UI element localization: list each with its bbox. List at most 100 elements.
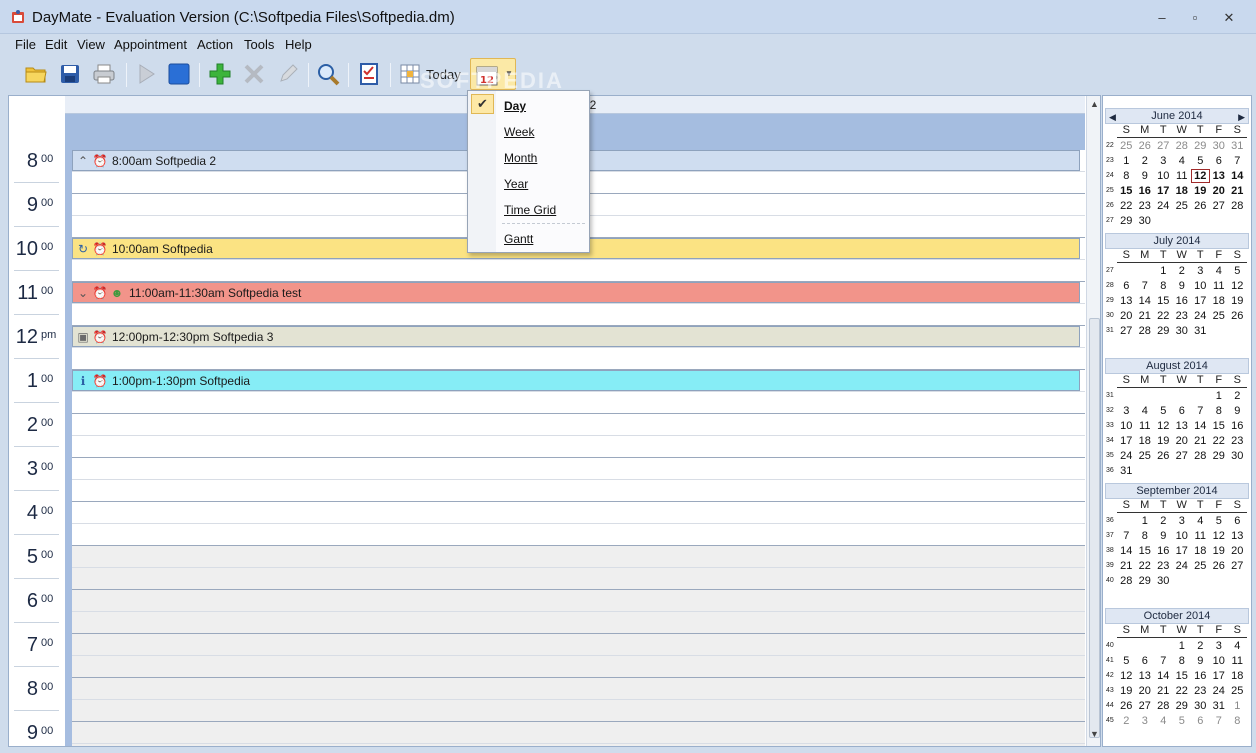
calendar-day[interactable]: 11: [1173, 170, 1192, 182]
view-menu-gantt[interactable]: Gantt: [504, 232, 533, 246]
calendar-day[interactable]: 28: [1117, 575, 1136, 587]
calendar-day[interactable]: 18: [1173, 185, 1192, 197]
time-slot[interactable]: [72, 744, 1085, 746]
calendar-day[interactable]: 28: [1136, 325, 1155, 337]
calendar-day[interactable]: 21: [1154, 685, 1173, 697]
view-menu-month[interactable]: Month: [504, 151, 537, 165]
calendar-day[interactable]: 11: [1228, 655, 1247, 667]
calendar-day[interactable]: 10: [1117, 420, 1136, 432]
calendar-day[interactable]: 4: [1210, 265, 1229, 277]
time-slot[interactable]: [72, 480, 1085, 502]
week-number[interactable]: 31: [1105, 392, 1117, 399]
calendar-day[interactable]: 5: [1210, 515, 1229, 527]
calendar-day[interactable]: 23: [1228, 435, 1247, 447]
calendar-day[interactable]: 16: [1228, 420, 1247, 432]
calendar-day[interactable]: 19: [1154, 435, 1173, 447]
prev-month-icon[interactable]: ◀: [1109, 110, 1116, 124]
time-slot[interactable]: [72, 348, 1085, 370]
calendar-day[interactable]: 21: [1136, 310, 1155, 322]
calendar-day[interactable]: 18: [1191, 545, 1210, 557]
calendar-day[interactable]: 3: [1117, 405, 1136, 417]
calendar-day[interactable]: 27: [1136, 700, 1155, 712]
tasks-checklist-icon[interactable]: [355, 60, 383, 88]
week-number[interactable]: 36: [1105, 467, 1117, 474]
calendar-day[interactable]: 26: [1191, 200, 1210, 212]
calendar-day[interactable]: 26: [1136, 140, 1155, 152]
calendar-day[interactable]: 21: [1117, 560, 1136, 572]
stop-icon[interactable]: [165, 60, 193, 88]
calendar-day[interactable]: 3: [1191, 265, 1210, 277]
calendar-day[interactable]: 9: [1191, 655, 1210, 667]
calendar-day[interactable]: 25: [1117, 140, 1136, 152]
calendar-day[interactable]: 9: [1173, 280, 1192, 292]
calendar-day[interactable]: 20: [1210, 185, 1229, 197]
week-number[interactable]: 33: [1105, 422, 1117, 429]
calendar-day[interactable]: 25: [1191, 560, 1210, 572]
calendar-day[interactable]: 19: [1228, 295, 1247, 307]
calendar-day[interactable]: 1: [1136, 515, 1155, 527]
calendar-day[interactable]: 20: [1117, 310, 1136, 322]
calendar-day[interactable]: 9: [1228, 405, 1247, 417]
minimize-button[interactable]: ‒: [1147, 8, 1177, 28]
time-slot[interactable]: [72, 414, 1085, 436]
restore-button[interactable]: ▫: [1180, 8, 1210, 28]
week-number[interactable]: 23: [1105, 157, 1117, 164]
view-menu-week[interactable]: Week: [504, 125, 534, 139]
save-icon[interactable]: [56, 60, 84, 88]
calendar-day[interactable]: 6: [1117, 280, 1136, 292]
calendar-day[interactable]: 13: [1117, 295, 1136, 307]
calendar-day[interactable]: 6: [1191, 715, 1210, 727]
time-slot[interactable]: [72, 590, 1085, 612]
view-menu-year[interactable]: Year: [504, 177, 528, 191]
view-menu-time-grid[interactable]: Time Grid: [504, 203, 556, 217]
week-number[interactable]: 36: [1105, 517, 1117, 524]
menu-help[interactable]: Help: [285, 37, 312, 52]
calendar-day[interactable]: 15: [1136, 545, 1155, 557]
time-slot[interactable]: [72, 634, 1085, 656]
calendar-day[interactable]: 29: [1173, 700, 1192, 712]
calendar-day[interactable]: 15: [1173, 670, 1192, 682]
calendar-day[interactable]: 8: [1154, 280, 1173, 292]
time-slot[interactable]: [72, 568, 1085, 590]
calendar-day[interactable]: 28: [1154, 700, 1173, 712]
close-button[interactable]: ✕: [1214, 8, 1244, 28]
week-number[interactable]: 27: [1105, 267, 1117, 274]
scroll-thumb[interactable]: [1089, 318, 1100, 738]
calendar-day[interactable]: 30: [1210, 140, 1229, 152]
calendar-day[interactable]: 15: [1117, 185, 1136, 197]
calendar-day[interactable]: 2: [1117, 715, 1136, 727]
calendar-day[interactable]: 18: [1228, 670, 1247, 682]
calendar-day[interactable]: 15: [1210, 420, 1229, 432]
calendar-day[interactable]: 23: [1154, 560, 1173, 572]
calendar-day[interactable]: 23: [1191, 685, 1210, 697]
calendar-day[interactable]: 25: [1173, 200, 1192, 212]
calendar-day[interactable]: 12: [1154, 420, 1173, 432]
week-number[interactable]: 35: [1105, 452, 1117, 459]
week-number[interactable]: 28: [1105, 282, 1117, 289]
calendar-day[interactable]: 30: [1154, 575, 1173, 587]
calendar-day[interactable]: 13: [1210, 170, 1229, 182]
calendar-day[interactable]: 13: [1173, 420, 1192, 432]
calendar-day[interactable]: 15: [1154, 295, 1173, 307]
calendar-day[interactable]: 22: [1117, 200, 1136, 212]
calendar-day[interactable]: 8: [1173, 655, 1192, 667]
calendar-day[interactable]: 20: [1228, 545, 1247, 557]
calendar-day[interactable]: 3: [1210, 640, 1229, 652]
calendar-day[interactable]: 17: [1173, 545, 1192, 557]
calendar-day[interactable]: 8: [1228, 715, 1247, 727]
time-slot[interactable]: [72, 612, 1085, 634]
calendar-day[interactable]: 8: [1210, 405, 1229, 417]
play-icon[interactable]: [132, 60, 160, 88]
calendar-day[interactable]: 3: [1154, 155, 1173, 167]
calendar-day[interactable]: 19: [1117, 685, 1136, 697]
time-slot[interactable]: [72, 304, 1085, 326]
calendar-day[interactable]: 12: [1210, 530, 1229, 542]
calendar-day[interactable]: 11: [1210, 280, 1229, 292]
calendar-day[interactable]: 2: [1154, 515, 1173, 527]
calendar-day[interactable]: 6: [1228, 515, 1247, 527]
calendar-day[interactable]: 2: [1173, 265, 1192, 277]
calendar-day[interactable]: 30: [1191, 700, 1210, 712]
calendar-day[interactable]: 12: [1117, 670, 1136, 682]
calendar-day[interactable]: 17: [1191, 295, 1210, 307]
calendar-day[interactable]: 24: [1210, 685, 1229, 697]
